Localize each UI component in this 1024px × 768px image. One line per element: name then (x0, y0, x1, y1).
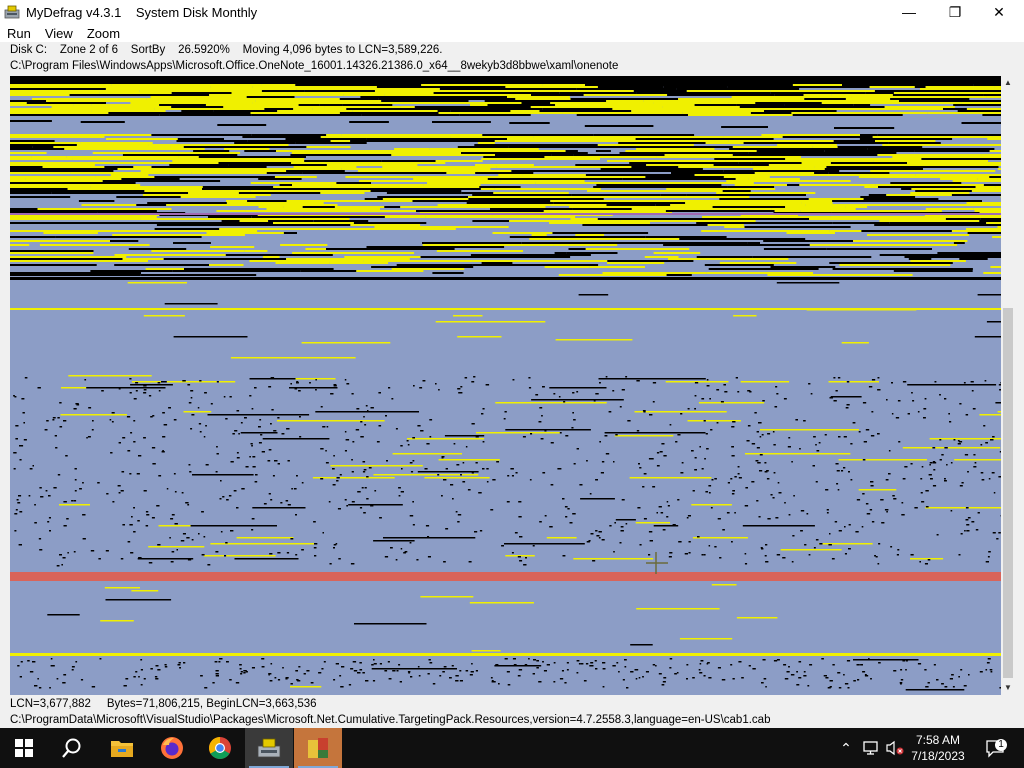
network-icon[interactable] (860, 728, 882, 768)
mydefrag-icon (257, 738, 281, 758)
taskbar: ⌃ 7:58 AM 7/18/2023 1 (0, 728, 1024, 768)
status-current-file: C:\Program Files\WindowsApps\Microsoft.O… (0, 59, 1024, 73)
menu-run[interactable]: Run (0, 26, 38, 41)
maximize-button[interactable]: ❐ (932, 0, 978, 24)
mydefrag-app-icon (4, 4, 20, 20)
status-cluster-file: C:\ProgramData\Microsoft\VisualStudio\Pa… (0, 713, 1024, 727)
clock-time: 7:58 AM (915, 733, 961, 747)
window-title: MyDefrag v4.3.1 System Disk Monthly (26, 4, 258, 20)
folder-icon (111, 741, 133, 757)
firefox-icon (161, 737, 183, 759)
notification-center-button[interactable]: 1 (982, 728, 1008, 768)
chrome-icon (209, 737, 231, 759)
title-bar: MyDefrag v4.3.1 System Disk Monthly — ❐ … (0, 0, 1024, 24)
disk-cluster-map[interactable] (10, 76, 1001, 695)
taskbar-mydefrag[interactable] (245, 728, 293, 768)
taskbar-app[interactable] (294, 728, 342, 768)
taskbar-file-explorer[interactable] (98, 728, 146, 768)
scroll-down-arrow-icon[interactable]: ▼ (1001, 681, 1015, 695)
search-button[interactable] (48, 728, 96, 768)
app-icon (308, 738, 328, 758)
status-cluster-info: LCN=3,677,882 Bytes=71,806,215, BeginLCN… (0, 697, 1024, 711)
clock-date: 7/18/2023 (911, 749, 965, 763)
status-progress: Disk C: Zone 2 of 6 SortBy 26.5920% Movi… (0, 43, 1024, 57)
menu-bar: Run View Zoom (0, 24, 1024, 42)
tray-chevron-icon[interactable]: ⌃ (836, 728, 856, 768)
search-icon (62, 738, 81, 758)
disk-map-canvas (10, 76, 1001, 691)
taskbar-firefox[interactable] (148, 728, 196, 768)
system-clock[interactable]: 7:58 AM 7/18/2023 (900, 732, 976, 764)
menu-view[interactable]: View (38, 26, 80, 41)
vertical-scrollbar[interactable]: ▲ ▼ (1001, 76, 1015, 695)
minimize-button[interactable]: — (886, 0, 932, 24)
taskbar-chrome[interactable] (196, 728, 244, 768)
start-button[interactable] (0, 728, 48, 768)
windows-icon (15, 739, 33, 757)
menu-zoom[interactable]: Zoom (80, 26, 127, 41)
close-button[interactable]: ✕ (976, 0, 1022, 24)
notification-count-badge: 1 (995, 739, 1007, 751)
scroll-up-arrow-icon[interactable]: ▲ (1001, 76, 1015, 90)
scrollbar-thumb[interactable] (1003, 308, 1013, 678)
